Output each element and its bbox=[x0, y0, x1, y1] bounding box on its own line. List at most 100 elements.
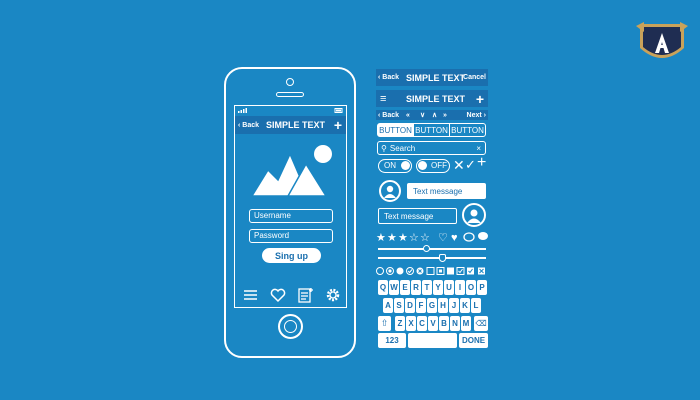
done-key[interactable]: DONE bbox=[459, 333, 488, 348]
key-n[interactable]: N bbox=[450, 316, 460, 331]
key-f[interactable]: F bbox=[416, 298, 426, 313]
key-k[interactable]: K bbox=[460, 298, 470, 313]
chevron-right-icon: › bbox=[483, 111, 486, 119]
heart-filled-icon[interactable]: ♥ bbox=[451, 232, 458, 243]
controls-row bbox=[376, 267, 485, 275]
segment-1[interactable]: BUTTON bbox=[378, 124, 413, 136]
star-filled-icon[interactable]: ★ bbox=[376, 232, 386, 243]
key-m[interactable]: M bbox=[461, 316, 471, 331]
star-empty-icon[interactable]: ☆ bbox=[409, 232, 419, 243]
key-g[interactable]: G bbox=[427, 298, 437, 313]
chat-filled-icon[interactable] bbox=[478, 232, 488, 240]
key-w[interactable]: W bbox=[389, 280, 399, 295]
chevron-down-icon[interactable]: ∨ bbox=[420, 111, 425, 119]
menu-icon[interactable]: ≡ bbox=[380, 93, 386, 105]
signup-button[interactable]: Sing up bbox=[262, 248, 321, 263]
plus-icon[interactable]: + bbox=[477, 154, 486, 172]
gear-icon[interactable] bbox=[326, 288, 340, 302]
kit-back-button[interactable]: ‹ Back bbox=[378, 74, 399, 81]
key-o[interactable]: O bbox=[466, 280, 476, 295]
key-i[interactable]: I bbox=[455, 280, 465, 295]
key-j[interactable]: J bbox=[449, 298, 459, 313]
key-d[interactable]: D bbox=[405, 298, 415, 313]
toggle-off[interactable]: OFF bbox=[416, 159, 450, 173]
key-h[interactable]: H bbox=[438, 298, 448, 313]
toggle-on[interactable]: ON bbox=[378, 159, 412, 173]
radio-filled-icon[interactable] bbox=[396, 267, 404, 275]
heart-icon[interactable] bbox=[270, 288, 286, 303]
double-chevron-left-icon[interactable]: « bbox=[406, 112, 410, 119]
slider-1[interactable] bbox=[378, 245, 486, 253]
key-s[interactable]: S bbox=[394, 298, 404, 313]
star-filled-icon[interactable]: ★ bbox=[387, 232, 397, 243]
image-placeholder-icon bbox=[250, 145, 332, 197]
key-v[interactable]: V bbox=[428, 316, 438, 331]
user-icon bbox=[384, 185, 396, 198]
key-c[interactable]: C bbox=[417, 316, 427, 331]
toggle-knob bbox=[401, 161, 410, 170]
cancel-button[interactable]: Cancel bbox=[463, 74, 486, 81]
key-t[interactable]: T bbox=[422, 280, 432, 295]
star-empty-icon[interactable]: ☆ bbox=[420, 232, 430, 243]
segment-2[interactable]: BUTTON bbox=[413, 124, 450, 136]
key-p[interactable]: P bbox=[477, 280, 487, 295]
pager-next-label: Next bbox=[466, 111, 482, 119]
close-icon[interactable]: ✕ bbox=[453, 157, 465, 174]
avatar bbox=[379, 180, 401, 202]
star-filled-icon[interactable]: ★ bbox=[398, 232, 408, 243]
toggle-off-label: OFF bbox=[431, 161, 447, 170]
chevron-up-icon[interactable]: ∧ bbox=[432, 111, 437, 119]
checkbox-empty-icon[interactable] bbox=[426, 267, 435, 275]
toggle-on-label: ON bbox=[384, 161, 396, 170]
key-z[interactable]: Z bbox=[395, 316, 405, 331]
kit-back-label: Back bbox=[382, 74, 400, 81]
chat-outline-icon[interactable] bbox=[463, 232, 475, 242]
add-icon[interactable]: + bbox=[334, 118, 342, 132]
message-bubble-out: Text message bbox=[378, 208, 457, 224]
double-chevron-right-icon[interactable]: » bbox=[443, 112, 447, 119]
radio-empty-icon[interactable] bbox=[376, 267, 384, 275]
menu-icon[interactable] bbox=[244, 290, 257, 300]
notes-icon[interactable] bbox=[298, 288, 313, 303]
search-field[interactable]: ⚲ Search × bbox=[377, 141, 486, 155]
check-icon[interactable]: ✓ bbox=[465, 157, 476, 173]
kit-menu-bar: ≡ SIMPLE TEXT + bbox=[376, 90, 488, 107]
back-button[interactable]: ‹ Back bbox=[238, 122, 259, 129]
avatar bbox=[462, 203, 486, 227]
kit-nav-bar: ‹ Back SIMPLE TEXT Cancel bbox=[376, 69, 488, 86]
key-x[interactable]: X bbox=[406, 316, 416, 331]
slider-2[interactable] bbox=[378, 254, 486, 262]
key-u[interactable]: U bbox=[444, 280, 454, 295]
search-icon: ⚲ bbox=[381, 143, 387, 153]
clear-icon[interactable]: × bbox=[476, 144, 481, 153]
rating-row: ★ ★ ★ ☆ ☆ ♡ ♥ bbox=[376, 232, 488, 243]
segment-3[interactable]: BUTTON bbox=[450, 124, 485, 136]
key-q[interactable]: Q bbox=[378, 280, 388, 295]
heart-outline-icon[interactable]: ♡ bbox=[438, 232, 448, 243]
username-field[interactable]: Username bbox=[249, 209, 333, 223]
checkbox-filled-icon[interactable] bbox=[447, 267, 454, 275]
slider-knob[interactable] bbox=[423, 245, 431, 252]
key-b[interactable]: B bbox=[439, 316, 449, 331]
key-e[interactable]: E bbox=[400, 280, 410, 295]
pager-back-button[interactable]: ‹ Back bbox=[378, 112, 399, 119]
key-a[interactable]: A bbox=[383, 298, 393, 313]
toggle-knob bbox=[418, 161, 427, 170]
slider-knob[interactable] bbox=[438, 254, 446, 262]
slider-track bbox=[378, 248, 486, 250]
brand-badge bbox=[636, 22, 688, 58]
key-l[interactable]: L bbox=[471, 298, 481, 313]
password-field[interactable]: Password bbox=[249, 229, 333, 243]
shift-key-icon[interactable]: ⇧ bbox=[378, 316, 391, 331]
add-icon[interactable]: + bbox=[476, 92, 484, 106]
check-circle-icon[interactable] bbox=[406, 267, 414, 275]
key-r[interactable]: R bbox=[411, 280, 421, 295]
key-y[interactable]: Y bbox=[433, 280, 443, 295]
password-placeholder: Password bbox=[254, 231, 290, 240]
chevron-left-icon: ‹ bbox=[378, 74, 381, 81]
pager-next-button[interactable]: Next › bbox=[467, 112, 486, 119]
numbers-key[interactable]: 123 bbox=[378, 333, 406, 348]
space-key[interactable] bbox=[408, 333, 457, 348]
message-in-text: Text message bbox=[413, 186, 463, 196]
backspace-key-icon[interactable]: ⌫ bbox=[474, 316, 488, 331]
